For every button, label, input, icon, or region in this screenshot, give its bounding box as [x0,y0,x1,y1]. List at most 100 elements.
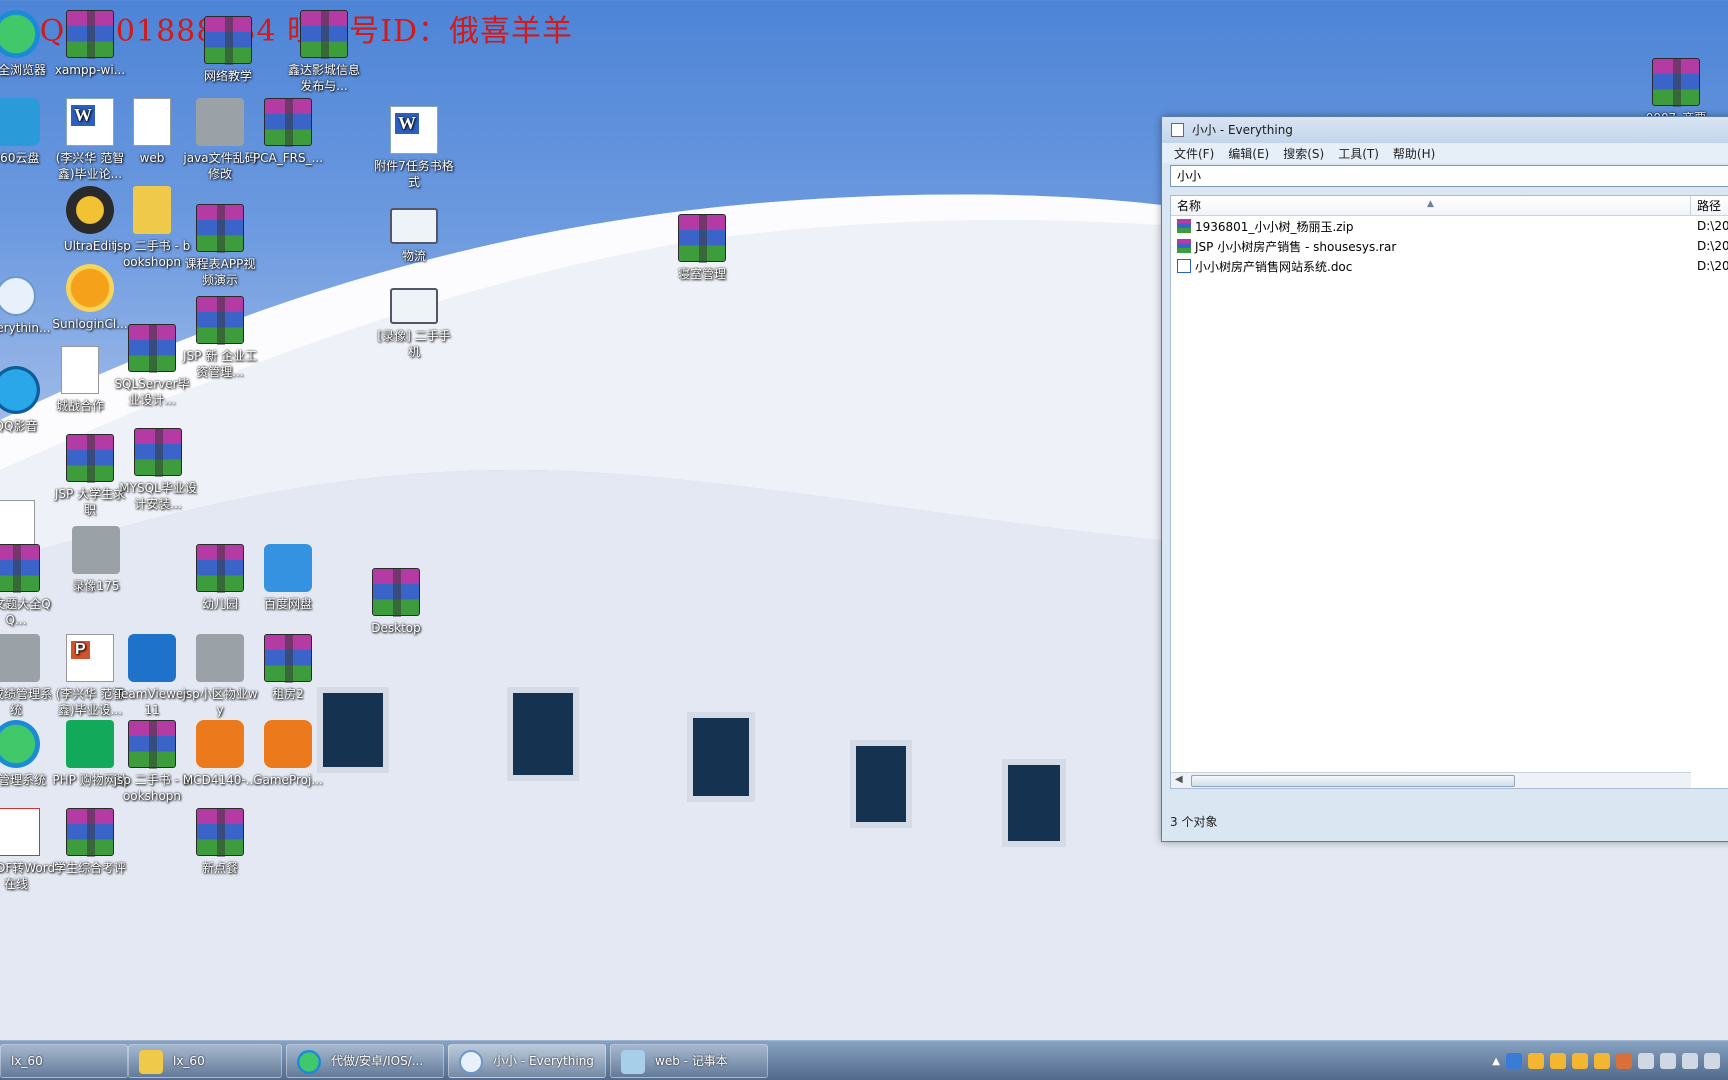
desktop-icon[interactable]: [录像] 二手手机 [374,288,454,360]
system-tray: ▲ [1492,1041,1728,1080]
desktop-icon-label: SQLServer毕业设计... [114,377,190,407]
desktop-icon-label: [录像] 二手手机 [377,329,451,359]
desktop-icon-label: 360云盘 [0,151,40,165]
desktop-icon-label: 安全浏览器 [0,63,46,77]
sort-up-icon: ▲ [1427,199,1434,209]
desktop-icon-label: xampp-wi... [54,63,126,77]
desktop-icon[interactable]: 安全浏览器 [0,10,56,78]
desktop-icon[interactable]: 百度网盘 [248,544,328,612]
video-icon [0,634,40,682]
menu-file[interactable]: 文件(F) [1174,145,1214,162]
rar-icon [196,808,244,857]
desktop-icon[interactable]: 新点餐 [180,808,260,876]
column-header-path[interactable]: 路径 [1691,196,1721,215]
desktop-icon[interactable]: 附件7任务书格式 [374,106,454,190]
rar-icon [196,544,244,593]
desktop-icon[interactable]: Everythin... [0,276,56,336]
taskbar-button-notepad[interactable]: web - 记事本 [610,1044,768,1078]
rar-icon [196,296,244,345]
show-hidden-icons-chevron-icon[interactable]: ▲ [1492,1056,1500,1067]
network-monitor-icon[interactable] [1506,1053,1522,1069]
desktop-icon[interactable]: 网络教学 [188,16,268,84]
result-name: 1936801_小小树_杨丽玉.zip [1195,219,1354,234]
ue-icon [66,186,114,234]
desktop-icon[interactable]: 课程表APP视频演示 [180,204,260,288]
rar-icon [66,808,114,857]
column-header-name[interactable]: 名称 ▲ [1171,196,1691,215]
network-icon[interactable] [1660,1053,1676,1069]
qq-tray-icon[interactable] [1528,1053,1544,1069]
rar-icon [372,568,420,617]
wps-icon [0,808,40,856]
taskbar-button-browser[interactable]: 代做/安卓/IOS/... [286,1044,444,1078]
qq-tray-icon[interactable] [1594,1053,1610,1069]
signal-icon[interactable] [1682,1053,1698,1069]
qq-tray-icon[interactable] [1572,1053,1588,1069]
desktop-icon[interactable]: 生成绩管理系统 [0,634,56,718]
taskbar-button-lx60[interactable]: lx_60 [0,1044,128,1078]
app-tray-icon[interactable] [1616,1053,1632,1069]
menu-edit[interactable]: 编辑(E) [1228,145,1269,162]
search-input[interactable]: 小小 [1170,165,1728,187]
taskbar-button-label: 代做/安卓/IOS/... [331,1054,424,1068]
volume-icon[interactable] [1704,1053,1720,1069]
search-icon [0,276,36,316]
horizontal-scrollbar[interactable]: ◀ [1171,772,1691,788]
screen-icon [390,288,438,324]
everything-window[interactable]: 小小 - Everything 文件(F) 编辑(E) 搜索(S) 工具(T) … [1161,116,1728,842]
desktop-icon[interactable]: 录像175 [56,526,136,594]
desktop-icon[interactable]: 鑫达影城信息发布与... [284,10,364,94]
desktop-icon[interactable]: 城战合作 [40,346,120,414]
desktop-icon[interactable]: GameProj... [248,720,328,788]
rar-icon [1652,58,1700,107]
rar-icon [300,10,348,59]
desktop-icon[interactable]: 论文题大全QQ... [0,544,56,628]
clipboard-tray-icon[interactable] [1638,1053,1654,1069]
desktop-icon[interactable]: MYSQL毕业设计安装... [118,428,198,512]
column-name-label: 名称 [1177,199,1202,213]
desktop-icon[interactable]: PCA_FRS_... [248,98,328,166]
qq-icon [0,366,40,414]
desktop-icon-label: Everythin... [0,321,51,335]
menu-bar: 文件(F) 编辑(E) 搜索(S) 工具(T) 帮助(H) [1162,143,1728,163]
file-icon [61,346,99,394]
desktop-icon[interactable]: 学生综合考评 [50,808,130,876]
desktop-icon-label: 课程表APP视频演示 [184,257,256,287]
desktop-icon[interactable]: 寝室管理 [662,214,742,282]
desktop-icon[interactable]: 360云盘 [0,98,56,166]
desktop-icon[interactable]: 速PDF转Word在线 [0,808,56,892]
qq-tray-icon[interactable] [1550,1053,1566,1069]
rar-icon [0,544,40,593]
desktop-icon[interactable]: 学管理系统 [0,720,56,788]
desktop-icon[interactable]: Desktop [356,568,436,636]
rar-icon [66,10,114,59]
menu-help[interactable]: 帮助(H) [1393,145,1435,162]
desktop-icon[interactable]: xampp-wi... [50,10,130,78]
taskbar-button-label: lx_60 [11,1054,43,1068]
result-row[interactable]: JSP 小小树房产销售 - shousesys.rar D:\20 [1171,236,1728,256]
desktop-icon-label: 录像175 [72,579,120,593]
scroll-left-icon[interactable]: ◀ [1175,774,1183,785]
screen-icon [390,208,438,244]
ppt-icon [66,634,114,682]
window-titlebar[interactable]: 小小 - Everything [1162,117,1728,143]
desktop-icon[interactable]: 租房2 [248,634,328,702]
column-path-label: 路径 [1697,199,1722,213]
menu-search[interactable]: 搜索(S) [1283,145,1324,162]
desktop-icon[interactable]: 物流 [374,208,454,264]
ie-icon [0,10,40,58]
result-row[interactable]: 小小树房产销售网站系统.doc D:\20 [1171,256,1728,276]
desktop-icon[interactable]: JSP 新 企业工资管理... [180,296,260,380]
result-path: D:\20 [1697,219,1728,233]
scroll-thumb[interactable] [1191,775,1515,787]
result-row[interactable]: 1936801_小小树_杨丽玉.zip D:\20 [1171,216,1728,236]
list-header: 名称 ▲ 路径 [1171,196,1728,216]
desktop-icon[interactable]: SQLServer毕业设计... [112,324,192,408]
rar-icon [204,16,252,65]
taskbar-button-folder[interactable]: lx_60 [128,1044,282,1078]
desktop-icon-label: 百度网盘 [263,597,312,611]
taskbar-button-everything[interactable]: 小小 - Everything [448,1044,606,1078]
menu-tools[interactable]: 工具(T) [1338,145,1379,162]
file-icon [0,500,35,548]
desktop-icon[interactable]: SunloginCl... [50,264,130,332]
